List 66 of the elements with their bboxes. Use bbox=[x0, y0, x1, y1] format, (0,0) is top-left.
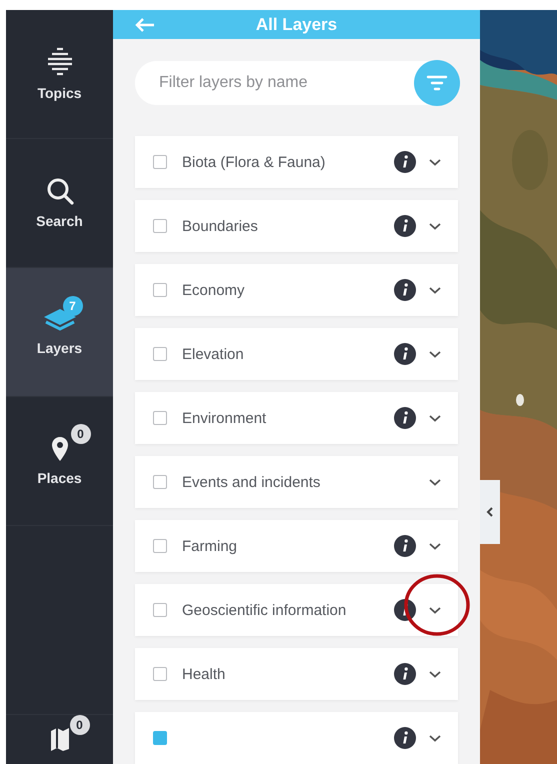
layer-row[interactable]: Boundaries bbox=[135, 200, 458, 252]
info-icon[interactable] bbox=[394, 663, 416, 685]
layer-row[interactable]: Health bbox=[135, 648, 458, 700]
chevron-down-icon[interactable] bbox=[428, 477, 442, 487]
chevron-down-icon[interactable] bbox=[428, 157, 442, 167]
back-arrow-icon bbox=[135, 16, 155, 32]
checkbox[interactable] bbox=[153, 475, 167, 489]
checkbox[interactable] bbox=[153, 731, 167, 745]
search-icon bbox=[46, 177, 74, 205]
sidebar-label: Places bbox=[37, 470, 82, 486]
checkbox[interactable] bbox=[153, 667, 167, 681]
checkbox[interactable] bbox=[153, 283, 167, 297]
layer-row[interactable]: Economy bbox=[135, 264, 458, 316]
chevron-down-icon[interactable] bbox=[428, 285, 442, 295]
layer-row[interactable] bbox=[135, 712, 458, 764]
count-badge: 7 bbox=[62, 296, 82, 316]
layer-label: Geoscientific information bbox=[182, 602, 348, 618]
sidebar-item[interactable]: 0 bbox=[6, 714, 113, 764]
layer-row[interactable]: Elevation bbox=[135, 328, 458, 380]
panel-title: All Layers bbox=[254, 14, 338, 34]
layer-row[interactable]: Events and incidents bbox=[135, 456, 458, 508]
layer-row[interactable]: Geoscientific information bbox=[135, 584, 458, 636]
checkbox[interactable] bbox=[153, 539, 167, 553]
info-icon[interactable] bbox=[394, 535, 416, 557]
info-icon[interactable] bbox=[394, 151, 416, 173]
checkbox[interactable] bbox=[153, 347, 167, 361]
layer-label: Events and incidents bbox=[182, 474, 322, 490]
info-icon[interactable] bbox=[394, 599, 416, 621]
layer-label: Biota (Flora & Fauna) bbox=[182, 154, 326, 170]
layer-label: Health bbox=[182, 666, 226, 682]
chevron-down-icon[interactable] bbox=[428, 541, 442, 551]
chevron-down-icon[interactable] bbox=[428, 221, 442, 231]
chevron-down-icon[interactable] bbox=[428, 605, 442, 615]
sidebar-item[interactable]: 7 Layers bbox=[6, 268, 113, 397]
info-icon[interactable] bbox=[394, 279, 416, 301]
info-icon[interactable] bbox=[394, 727, 416, 749]
map-icon bbox=[50, 727, 70, 751]
checkbox[interactable] bbox=[153, 603, 167, 617]
checkbox[interactable] bbox=[153, 411, 167, 425]
sidebar-label: Topics bbox=[37, 85, 82, 101]
sidebar-label: Layers bbox=[36, 340, 82, 356]
layers-icon bbox=[42, 308, 76, 332]
layer-row[interactable]: Environment bbox=[135, 392, 458, 444]
count-badge: 0 bbox=[70, 424, 90, 444]
layer-label: Economy bbox=[182, 282, 246, 298]
info-icon[interactable] bbox=[394, 215, 416, 237]
layer-label: Boundaries bbox=[182, 218, 259, 234]
layer-label: Elevation bbox=[182, 346, 245, 362]
chevron-down-icon[interactable] bbox=[428, 669, 442, 679]
chevron-down-icon[interactable] bbox=[428, 349, 442, 359]
count-badge: 0 bbox=[70, 715, 90, 735]
layer-row[interactable]: Farming bbox=[135, 520, 458, 572]
checkbox[interactable] bbox=[153, 219, 167, 233]
sidebar-label: Search bbox=[36, 213, 83, 229]
filter-icon bbox=[426, 75, 448, 91]
chevron-down-icon[interactable] bbox=[428, 413, 442, 423]
chevron-down-icon[interactable] bbox=[428, 733, 442, 743]
info-icon[interactable] bbox=[394, 343, 416, 365]
layer-label: Environment bbox=[182, 410, 268, 426]
topics-icon bbox=[46, 47, 72, 77]
chevron-left-icon bbox=[486, 506, 494, 518]
layer-label: Farming bbox=[182, 538, 238, 554]
layer-row[interactable]: Biota (Flora & Fauna) bbox=[135, 136, 458, 188]
pin-icon bbox=[50, 436, 68, 462]
info-icon[interactable] bbox=[394, 407, 416, 429]
checkbox[interactable] bbox=[153, 155, 167, 169]
